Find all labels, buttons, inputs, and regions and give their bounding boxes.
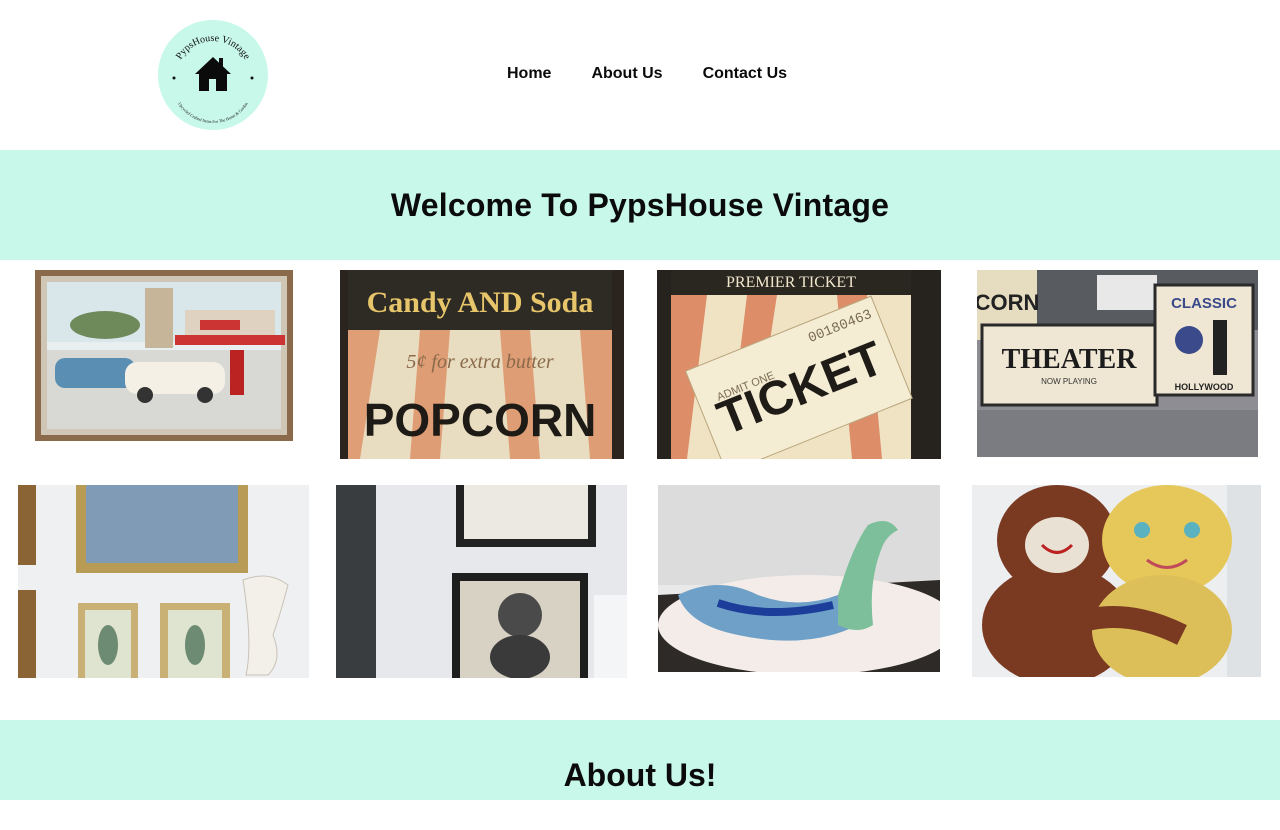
nav-contact-us-link[interactable]: Contact Us xyxy=(703,64,787,84)
sign-corn: CORN xyxy=(977,290,1039,315)
svg-text:Upcycled Crafted Items For The: Upcycled Crafted Items For The Home & Ga… xyxy=(177,101,249,124)
nav-home-link[interactable]: Home xyxy=(507,64,551,84)
gallery-image-poodle-prints[interactable] xyxy=(336,485,627,678)
sign-classic: CLASSIC xyxy=(1171,295,1237,312)
brand-logo[interactable]: PypsHouse Vintage Upcycled Crafted Items… xyxy=(158,20,268,130)
sign-extra-butter: 5¢ for extra butter xyxy=(406,351,553,373)
diner-painting-image xyxy=(35,270,293,441)
theater-signs-image: CORN THEATER NOW PLAYING CLASSIC HOLLYWO… xyxy=(977,270,1258,457)
poodle-prints-image xyxy=(336,485,627,678)
popcorn-sign-image: Candy AND Soda 5¢ for extra butter POPCO… xyxy=(340,270,624,459)
about-heading: About Us! xyxy=(563,757,717,793)
sign-theater: THEATER xyxy=(1002,344,1138,375)
main-nav: Home About Us Contact Us xyxy=(507,64,827,84)
sign-popcorn: POPCORN xyxy=(364,394,597,446)
gallery-image-glass-swan[interactable] xyxy=(658,485,940,672)
site-header: PypsHouse Vintage Upcycled Crafted Items… xyxy=(0,0,1280,150)
sign-premier-ticket: PREMIER TICKET xyxy=(726,274,856,291)
logo-graphic: PypsHouse Vintage Upcycled Crafted Items… xyxy=(172,33,254,124)
gallery-image-theater-signs[interactable]: CORN THEATER NOW PLAYING CLASSIC HOLLYWO… xyxy=(977,270,1258,457)
sign-candy-soda: Candy AND Soda xyxy=(367,286,594,319)
teddy-bears-image xyxy=(972,485,1261,677)
ticket-sign-image: PREMIER TICKET 00180463 TICKET ADMIT ONE xyxy=(657,270,941,459)
gallery-image-framed-pictures[interactable] xyxy=(18,485,309,678)
sign-now-playing: NOW PLAYING xyxy=(1041,377,1097,386)
welcome-banner: Welcome To PypsHouse Vintage xyxy=(0,150,1280,260)
about-section: About Us! xyxy=(0,720,1280,800)
gallery-image-popcorn-sign[interactable]: Candy AND Soda 5¢ for extra butter POPCO… xyxy=(340,270,624,459)
page-title: Welcome To PypsHouse Vintage xyxy=(390,187,890,223)
glass-swan-image xyxy=(658,485,940,672)
house-icon xyxy=(195,57,231,91)
sign-hollywood: HOLLYWOOD xyxy=(1175,382,1234,392)
gallery-image-ticket-sign[interactable]: PREMIER TICKET 00180463 TICKET ADMIT ONE xyxy=(657,270,941,459)
nav-about-us-link[interactable]: About Us xyxy=(591,64,662,84)
logo-tagline: Upcycled Crafted Items For The Home & Ga… xyxy=(177,101,249,124)
gallery-image-retro-diner[interactable] xyxy=(35,270,293,441)
gallery-image-teddy-bears[interactable] xyxy=(972,485,1261,677)
framed-pictures-image xyxy=(18,485,309,678)
